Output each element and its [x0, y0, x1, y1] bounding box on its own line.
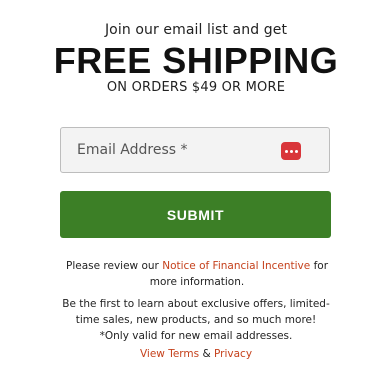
financial-incentive-notice: Please review our Notice of Financial In…: [66, 258, 328, 290]
legal-separator: &: [199, 348, 215, 360]
subhead: ON ORDERS $49 OR MORE: [106, 80, 286, 95]
view-terms-link[interactable]: View Terms: [140, 348, 199, 360]
pre-headline: Join our email list and get: [104, 22, 288, 38]
notice-prefix: Please review our: [66, 260, 163, 272]
dot-icon: [294, 149, 298, 153]
email-signup-panel: Join our email list and get FREE SHIPPIN…: [0, 0, 392, 389]
signup-blurb: Be the first to learn about exclusive of…: [58, 296, 334, 344]
email-field[interactable]: [60, 127, 330, 173]
financial-incentive-link[interactable]: Notice of Financial Incentive: [162, 260, 310, 272]
dot-icon: [284, 149, 288, 153]
legal-links: View Terms & Privacy: [0, 346, 392, 362]
password-manager-icon[interactable]: [281, 142, 301, 160]
dot-icon: [289, 149, 293, 153]
blurb-text: Be the first to learn about exclusive of…: [62, 298, 330, 326]
submit-button[interactable]: SUBMIT: [60, 191, 331, 238]
headline: FREE SHIPPING: [53, 40, 339, 81]
blurb-disclaimer: *Only valid for new email addresses.: [99, 330, 293, 342]
privacy-link[interactable]: Privacy: [214, 348, 252, 360]
